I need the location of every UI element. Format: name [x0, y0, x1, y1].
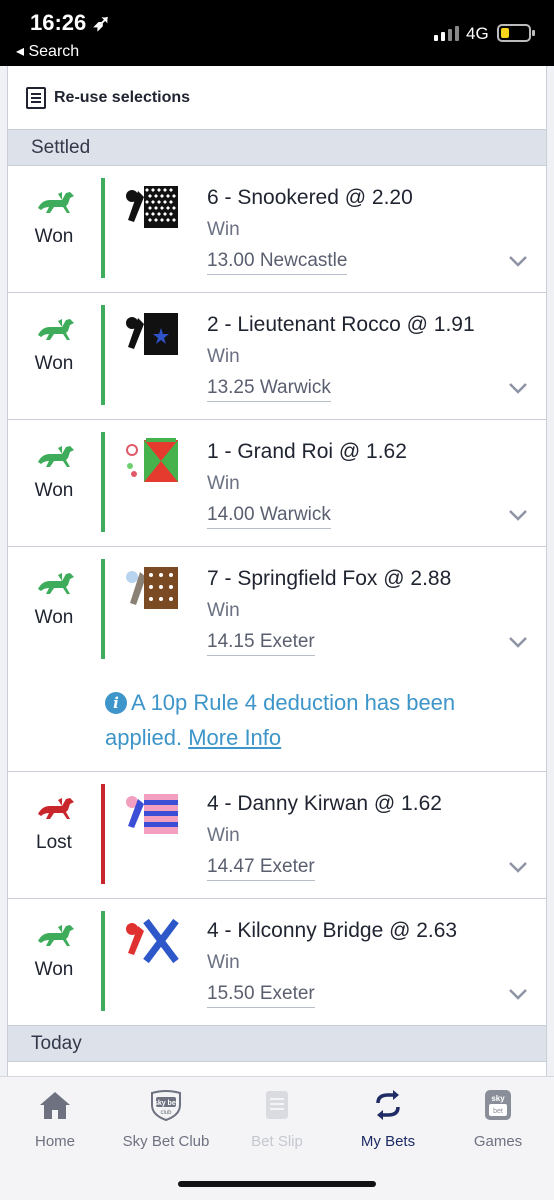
tab-label: Games [473, 1133, 523, 1150]
tab-label: Home [34, 1133, 75, 1150]
race-link[interactable]: 14.47 Exeter [207, 856, 315, 881]
market-name: Win [207, 473, 240, 494]
network-type: 4G [466, 24, 489, 43]
tab-my-bets[interactable]: My Bets [333, 1089, 443, 1150]
more-info-link[interactable]: More Info [188, 725, 281, 750]
bet-row[interactable]: Lost 4 - Danny Kirwan @ 1.62 Win 14.47 E… [8, 772, 546, 899]
chevron-down-icon[interactable] [508, 635, 528, 649]
won-horse-icon [38, 319, 74, 340]
svg-text:sky: sky [491, 1094, 505, 1103]
market-name: Win [207, 952, 240, 973]
home-indicator[interactable] [178, 1181, 376, 1187]
signal-strength-icon [434, 26, 459, 41]
section-header-settled: Settled [8, 130, 546, 166]
bet-row[interactable]: Won 6 - Snookered @ 2.20 Win 13.00 Newca… [8, 166, 546, 293]
svg-text:sky bet: sky bet [154, 1100, 179, 1107]
tab-label: Sky Bet Club [122, 1133, 210, 1150]
reuse-selections-label: Re-use selections [54, 88, 191, 106]
selection-name: 6 - Snookered @ 2.20 [207, 186, 413, 209]
battery-icon [497, 24, 535, 42]
bet-row[interactable]: Won 1 - Grand Roi @ 1.62 Win 14.00 Warwi… [8, 420, 546, 547]
svg-text:bet: bet [493, 1108, 503, 1115]
my-bets-icon [376, 1090, 400, 1120]
race-link[interactable]: 15.50 Exeter [207, 983, 315, 1008]
race-link[interactable]: 13.25 Warwick [207, 377, 331, 402]
chevron-down-icon[interactable] [508, 254, 528, 268]
tab-label: My Bets [360, 1133, 416, 1150]
bet-row[interactable]: Won 4 - Kilconny Bridge @ 2.63 Win 15.50… [8, 899, 546, 1026]
bet-result: Won [34, 226, 74, 247]
bet-result: Won [34, 353, 74, 374]
my-bets-list[interactable]: Re-use selections Settled Won 6 - Snooke… [7, 66, 547, 1076]
clock: 16:26 ➶ [30, 10, 111, 35]
black-white-diamonds-silk [126, 186, 178, 228]
reuse-selections-button[interactable]: Re-use selections [8, 66, 546, 130]
bet-result: Lost [36, 832, 72, 853]
tab-bet-slip[interactable]: Bet Slip [222, 1089, 332, 1150]
tab-sky-bet-club[interactable]: sky bet club Sky Bet Club [111, 1089, 221, 1150]
sky-bet-games-icon: sky bet [485, 1090, 511, 1120]
result-bar [101, 178, 105, 278]
bet-result: Won [34, 480, 74, 501]
pink-blue-hoops-silk [126, 794, 178, 834]
result-bar [101, 911, 105, 1011]
back-to-search-link[interactable]: ◂ Search [16, 41, 79, 61]
tab-label: Bet Slip [251, 1133, 303, 1150]
chevron-down-icon[interactable] [508, 381, 528, 395]
selection-name: 2 - Lieutenant Rocco @ 1.91 [207, 313, 475, 336]
market-name: Win [207, 600, 240, 621]
result-bar [101, 432, 105, 532]
black-blue-star-silk [126, 313, 178, 355]
market-name: Win [207, 346, 240, 367]
race-link[interactable]: 14.15 Exeter [207, 631, 315, 656]
bet-result: Won [34, 607, 74, 628]
won-horse-icon [38, 573, 74, 594]
bet-row[interactable]: Won 2 - Lieutenant Rocco @ 1.91 Win 13.2… [8, 293, 546, 420]
lost-horse-icon [38, 798, 74, 819]
result-bar [101, 784, 105, 884]
selection-name: 7 - Springfield Fox @ 2.88 [207, 567, 452, 590]
chevron-down-icon[interactable] [508, 860, 528, 874]
bet-row[interactable]: Won 7 - Springfield Fox @ 2.88 Win 14.15… [8, 547, 546, 772]
result-bar [101, 305, 105, 405]
bet-slip-icon [266, 1091, 288, 1119]
won-horse-icon [38, 446, 74, 467]
tab-home[interactable]: Home [0, 1089, 110, 1150]
market-name: Win [207, 219, 240, 240]
race-link[interactable]: 14.00 Warwick [207, 504, 331, 529]
selection-name: 4 - Kilconny Bridge @ 2.63 [207, 919, 458, 942]
home-icon [40, 1092, 70, 1119]
selection-name: 1 - Grand Roi @ 1.62 [207, 440, 407, 463]
won-horse-icon [38, 925, 74, 946]
svg-text:club: club [160, 1110, 172, 1116]
red-green-quartered-silk [126, 438, 178, 482]
info-icon: i [105, 692, 127, 714]
brown-spots-silk [126, 567, 178, 609]
section-header-today: Today [8, 1026, 546, 1062]
rule-4-notice: iA 10p Rule 4 deduction has been applied… [105, 685, 505, 755]
status-bar: 16:26 ➶ ◂ Search 4G [0, 0, 554, 66]
won-horse-icon [38, 192, 74, 213]
result-bar [101, 559, 105, 659]
chevron-down-icon[interactable] [508, 508, 528, 522]
white-blue-cross-silk [126, 918, 179, 964]
chevron-down-icon[interactable] [508, 987, 528, 1001]
selection-name: 4 - Danny Kirwan @ 1.62 [207, 792, 442, 815]
document-icon [26, 86, 46, 109]
tab-games[interactable]: sky bet Games [443, 1089, 553, 1150]
market-name: Win [207, 825, 240, 846]
sky-bet-club-icon: sky bet club [151, 1090, 181, 1121]
race-link[interactable]: 13.00 Newcastle [207, 250, 348, 275]
bet-result: Won [34, 959, 74, 980]
